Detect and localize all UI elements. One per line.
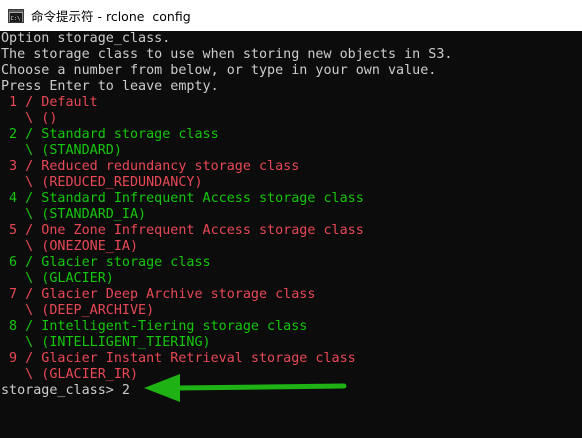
option-value: \ (GLACIER) [1,271,114,286]
title-bar[interactable]: C:\ 命令提示符 - rclone config [0,0,582,31]
option-value: \ (REDUCED_REDUNDANCY) [1,175,203,190]
option-value: \ (STANDARD_IA) [1,207,147,222]
option-label: 6 / Glacier storage class [1,255,211,270]
option-label: 1 / Default [1,95,98,110]
option-label: 7 / Glacier Deep Archive storage class [1,287,316,302]
option-value: \ (INTELLIGENT_TIERING) [1,335,211,350]
option-label: 8 / Intelligent-Tiering storage class [1,319,308,334]
option-label: 9 / Glacier Instant Retrieval storage cl… [1,351,356,366]
annotation-arrow-icon [144,374,347,402]
window-title: 命令提示符 - rclone config [31,9,191,24]
console-window: C:\ 命令提示符 - rclone config Option storage… [0,0,582,438]
option-label: 2 / Standard storage class [1,127,219,142]
option-label: 3 / Reduced redundancy storage class [1,159,300,174]
cmd-console-icon: C:\ [8,8,24,23]
svg-text:C:\: C:\ [11,15,21,21]
option-value: \ (DEEP_ARCHIVE) [1,303,155,318]
option-label: 4 / Standard Infrequent Access storage c… [1,191,364,206]
intro-line: The storage class to use when storing ne… [1,47,453,62]
intro-line: Option storage_class. [1,31,171,46]
intro-line: Choose a number from below, or type in y… [1,63,437,78]
option-label: 5 / One Zone Infrequent Access storage c… [1,223,364,238]
option-value: \ (STANDARD) [1,143,122,158]
intro-line: Press Enter to leave empty. [1,79,219,94]
option-value: \ (ONEZONE_IA) [1,239,139,254]
option-value: \ () [1,111,58,126]
